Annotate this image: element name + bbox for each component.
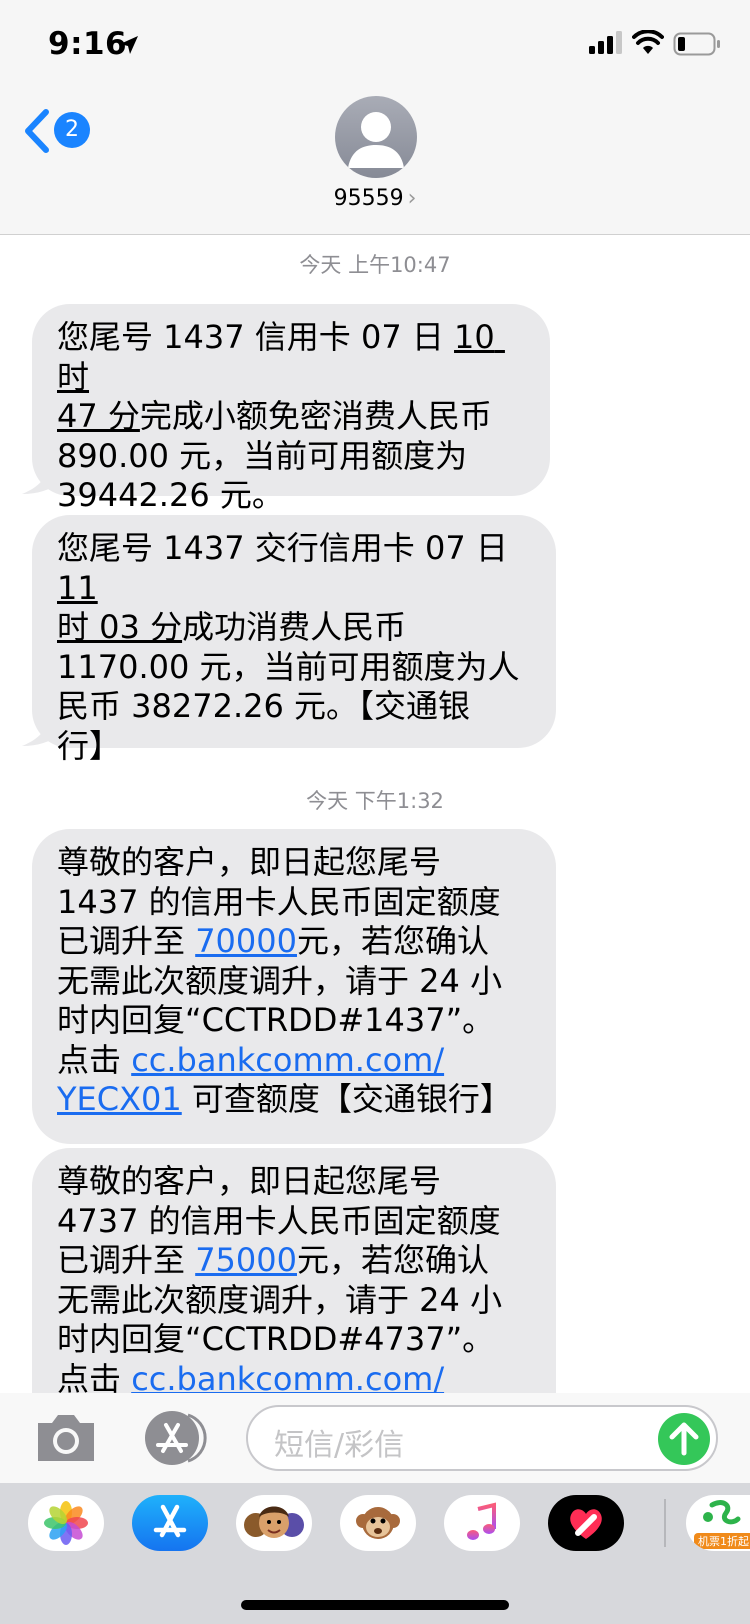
send-button[interactable] bbox=[658, 1413, 710, 1465]
back-button[interactable]: 2 bbox=[22, 106, 96, 156]
url-link[interactable]: cc.bankcomm.com/ bbox=[131, 1360, 444, 1398]
incoming-message-bubble[interactable]: 您尾号 1437 交行信用卡 07 日 11 时 03 分成功消费人民币 117… bbox=[32, 515, 556, 765]
battery-icon bbox=[673, 32, 720, 56]
cellular-signal-icon bbox=[589, 31, 622, 54]
music-icon[interactable] bbox=[444, 1495, 520, 1551]
home-indicator[interactable] bbox=[241, 1600, 509, 1610]
chevron-right-icon: › bbox=[407, 186, 417, 211]
status-time: 9:16 bbox=[48, 26, 128, 62]
chevron-left-icon bbox=[25, 109, 49, 153]
unread-count-badge: 2 bbox=[54, 112, 90, 148]
contact-name[interactable]: 95559 bbox=[334, 186, 404, 211]
amount-link[interactable]: 70000 bbox=[195, 922, 297, 960]
digital-touch-icon[interactable] bbox=[548, 1495, 624, 1551]
animoji-monkey-icon[interactable] bbox=[340, 1495, 416, 1551]
message-text: 您尾号 1437 信用卡 07 日 bbox=[57, 318, 455, 356]
person-silhouette-icon bbox=[348, 112, 404, 168]
partial-app-label: 机票1折起 bbox=[698, 1534, 749, 1548]
message-input[interactable]: 短信/彩信 bbox=[246, 1405, 718, 1471]
app-store-app-icon[interactable] bbox=[132, 1495, 208, 1551]
arrow-up-icon bbox=[669, 1422, 699, 1456]
compose-bar: 短信/彩信 bbox=[0, 1393, 750, 1483]
wifi-icon bbox=[632, 30, 664, 54]
partial-app-icon[interactable]: 机票1折起 bbox=[686, 1495, 750, 1551]
incoming-message-bubble[interactable]: 您尾号 1437 信用卡 07 日 10 时 47 分完成小额免密消费人民币 8… bbox=[32, 304, 550, 514]
message-text: 您尾号 1437 交行信用卡 07 日 bbox=[57, 529, 519, 567]
message-time-reference[interactable]: 11 时 03 分 bbox=[57, 569, 182, 647]
app-store-icon[interactable] bbox=[140, 1407, 210, 1469]
drawer-divider bbox=[664, 1499, 666, 1547]
conversation-header: 2 95559 › bbox=[0, 88, 750, 235]
contact-avatar[interactable] bbox=[335, 96, 417, 178]
amount-link[interactable]: 75000 bbox=[195, 1241, 297, 1279]
memoji-icon[interactable] bbox=[236, 1495, 312, 1551]
message-input-placeholder: 短信/彩信 bbox=[274, 1428, 405, 1463]
message-text: 可查额度【交通银行】 bbox=[181, 1080, 512, 1118]
status-bar: 9:16 bbox=[0, 0, 750, 88]
camera-icon[interactable] bbox=[34, 1411, 98, 1465]
location-arrow-icon bbox=[120, 36, 138, 54]
message-timestamp: 今天 上午10:47 bbox=[299, 253, 451, 277]
incoming-message-bubble[interactable]: 尊敬的客户，即日起您尾号 1437 的信用卡人民币固定额度 已调升至 70000… bbox=[32, 829, 556, 1144]
contact-title[interactable]: 95559 › bbox=[0, 186, 750, 211]
photos-icon[interactable] bbox=[28, 1495, 104, 1551]
imessage-app-drawer: 机票1折起 bbox=[0, 1483, 750, 1624]
message-timestamp: 今天 下午1:32 bbox=[306, 789, 444, 813]
